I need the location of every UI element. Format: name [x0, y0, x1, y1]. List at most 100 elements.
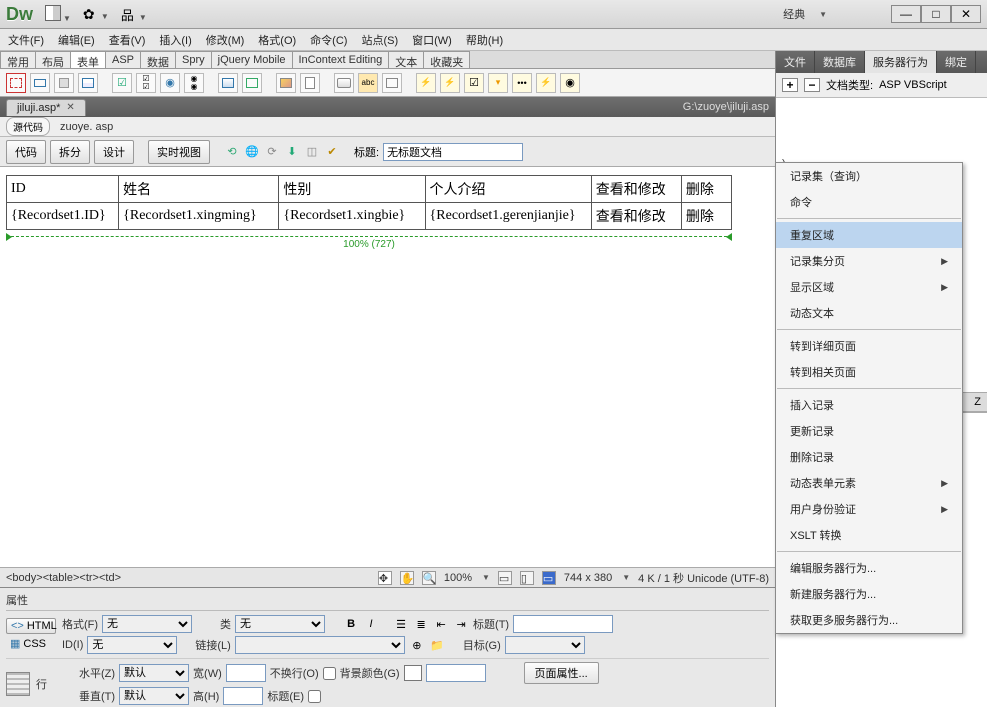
th-del[interactable]: 删除 [681, 176, 731, 203]
page-props-button[interactable]: 页面属性... [524, 662, 599, 684]
menu-format[interactable]: 格式(O) [258, 32, 296, 48]
tab-data[interactable]: 数据 [140, 51, 176, 68]
ul-icon[interactable]: ☰ [393, 616, 409, 632]
file-mgmt-icon[interactable]: ⬇ [284, 144, 300, 160]
add-behavior-button[interactable]: + [782, 78, 798, 92]
jumpmenu-icon[interactable] [242, 73, 262, 93]
layout-switch-icon[interactable]: ▼ [45, 5, 71, 24]
checkbox-icon[interactable]: ☑ [112, 73, 132, 93]
indent-icon[interactable]: ⇥ [453, 616, 469, 632]
tab-bindings[interactable]: 绑定 [937, 51, 976, 73]
menu-item[interactable]: 转到相关页面 [776, 359, 962, 385]
menu-item[interactable]: 编辑服务器行为... [776, 555, 962, 581]
browser-preview-icon[interactable]: 🌐 [244, 144, 260, 160]
design-view[interactable]: ID 姓名 性别 个人介绍 查看和修改 删除 {Recordset1.ID} {… [0, 167, 775, 567]
tab-spry[interactable]: Spry [175, 51, 212, 68]
visual-aids-icon[interactable]: ◫ [304, 144, 320, 160]
tablet-icon[interactable]: ▯ [520, 571, 534, 585]
menu-item[interactable]: 新建服务器行为... [776, 581, 962, 607]
bold-icon[interactable]: B [343, 616, 359, 632]
table-row[interactable]: {Recordset1.ID} {Recordset1.xingming} {R… [7, 203, 732, 230]
select-tool-icon[interactable]: ✥ [378, 571, 392, 585]
class-select[interactable]: 无 [235, 615, 325, 633]
spry-password-icon[interactable]: ••• [512, 73, 532, 93]
fieldset-icon[interactable] [382, 73, 402, 93]
code-view-button[interactable]: 代码 [6, 140, 46, 164]
button-icon[interactable] [334, 73, 354, 93]
menu-edit[interactable]: 编辑(E) [58, 32, 95, 48]
menu-modify[interactable]: 修改(M) [206, 32, 245, 48]
menu-item[interactable]: 转到详细页面 [776, 333, 962, 359]
close-button[interactable]: ✕ [951, 5, 981, 23]
height-input[interactable] [223, 687, 263, 705]
design-view-button[interactable]: 设计 [94, 140, 134, 164]
close-tab-icon[interactable]: ✕ [66, 102, 74, 113]
ol-icon[interactable]: ≣ [413, 616, 429, 632]
data-table[interactable]: ID 姓名 性别 个人介绍 查看和修改 删除 {Recordset1.ID} {… [6, 175, 732, 230]
live-view-button[interactable]: 实时视图 [148, 140, 210, 164]
nowrap-checkbox[interactable] [323, 667, 336, 680]
valign-select[interactable]: 默认 [119, 687, 189, 705]
menu-item[interactable]: 记录集分页▶ [776, 248, 962, 274]
th-edit[interactable]: 查看和修改 [591, 176, 681, 203]
tab-jquery[interactable]: jQuery Mobile [211, 51, 293, 68]
menu-item[interactable]: 动态表单元素▶ [776, 470, 962, 496]
outdent-icon[interactable]: ⇤ [433, 616, 449, 632]
imagefield-icon[interactable] [276, 73, 296, 93]
width-ruler[interactable]: 100% (727) [6, 236, 732, 256]
minimize-button[interactable]: — [891, 5, 921, 23]
radio-icon[interactable]: ◉ [160, 73, 180, 93]
th-id[interactable]: ID [7, 176, 119, 203]
css-mode-button[interactable]: ▦CSS [6, 636, 56, 651]
th-name[interactable]: 姓名 [119, 176, 279, 203]
point-to-file-icon[interactable]: ⊕ [409, 637, 425, 653]
bgcolor-swatch[interactable] [404, 665, 422, 681]
td-id[interactable]: {Recordset1.ID} [7, 203, 119, 230]
tab-text[interactable]: 文本 [388, 51, 424, 68]
th-gender[interactable]: 性别 [279, 176, 425, 203]
menu-help[interactable]: 帮助(H) [466, 32, 503, 48]
menu-window[interactable]: 窗口(W) [412, 32, 452, 48]
spry-select-icon[interactable]: ▾ [488, 73, 508, 93]
menu-item[interactable]: 显示区域▶ [776, 274, 962, 300]
radiogroup-icon[interactable]: ◉◉ [184, 73, 204, 93]
menu-view[interactable]: 查看(V) [109, 32, 146, 48]
td-del[interactable]: 删除 [681, 203, 731, 230]
td-edit[interactable]: 查看和修改 [591, 203, 681, 230]
tab-forms[interactable]: 表单 [70, 51, 106, 68]
td-name[interactable]: {Recordset1.xingming} [119, 203, 279, 230]
id-select[interactable]: 无 [87, 636, 177, 654]
textfield-icon[interactable] [30, 73, 50, 93]
menu-item[interactable]: 动态文本 [776, 300, 962, 326]
bgcolor-input[interactable] [426, 664, 486, 682]
desktop-icon[interactable]: ▭ [542, 571, 556, 585]
menu-site[interactable]: 站点(S) [361, 32, 398, 48]
remove-behavior-button[interactable]: − [804, 78, 820, 92]
tab-common[interactable]: 常用 [0, 51, 36, 68]
hidden-icon[interactable] [54, 73, 74, 93]
tab-layout[interactable]: 布局 [35, 51, 71, 68]
menu-file[interactable]: 文件(F) [8, 32, 44, 48]
viewport-icon[interactable]: ▭ [498, 571, 512, 585]
document-tab[interactable]: jiluji.asp* ✕ [6, 99, 86, 116]
spry-text-icon[interactable]: ⚡ [416, 73, 436, 93]
filefield-icon[interactable] [300, 73, 320, 93]
tab-asp[interactable]: ASP [105, 51, 141, 68]
maximize-button[interactable]: □ [921, 5, 951, 23]
html-mode-button[interactable]: <>HTML [6, 618, 56, 634]
tab-ice[interactable]: InContext Editing [292, 51, 390, 68]
tab-server-behaviors[interactable]: 服务器行为 [865, 51, 937, 73]
window-size[interactable]: 744 x 380 [564, 572, 612, 584]
form-icon[interactable] [6, 73, 26, 93]
title2-input[interactable] [513, 615, 613, 633]
menu-item[interactable]: 获取更多服务器行为... [776, 607, 962, 633]
menu-item[interactable]: 删除记录 [776, 444, 962, 470]
workspace-label[interactable]: 经典 [783, 6, 805, 22]
browse-folder-icon[interactable]: 📁 [429, 637, 445, 653]
split-view-button[interactable]: 拆分 [50, 140, 90, 164]
menu-item[interactable]: 命令 [776, 189, 962, 215]
zoom-tool-icon[interactable]: 🔍 [422, 571, 436, 585]
menu-item[interactable]: 插入记录 [776, 392, 962, 418]
extend-icon[interactable]: ✿▼ [83, 6, 109, 22]
halign-select[interactable]: 默认 [119, 664, 189, 682]
